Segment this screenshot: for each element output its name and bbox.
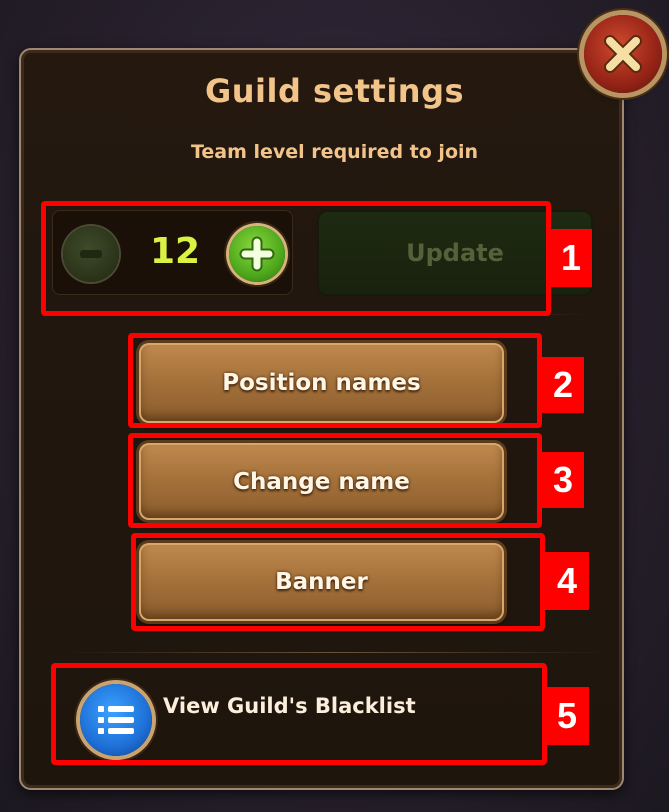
annotation-badge-2: 2 [542, 357, 584, 413]
highlight-box-1 [41, 201, 551, 316]
annotation-badge-1: 1 [550, 229, 592, 287]
close-button[interactable] [584, 15, 662, 93]
annotation-badge-5: 5 [545, 687, 589, 745]
highlight-box-4 [131, 533, 545, 631]
annotation-badge-3: 3 [542, 452, 584, 508]
annotation-badge-4: 4 [545, 552, 589, 610]
highlight-box-2 [128, 333, 542, 428]
highlight-box-5 [51, 663, 547, 765]
dialog-title: Guild settings [204, 72, 465, 110]
highlight-box-3 [128, 433, 542, 528]
team-level-label: Team level required to join [190, 141, 479, 163]
close-x-icon [604, 35, 642, 73]
divider [60, 652, 610, 653]
